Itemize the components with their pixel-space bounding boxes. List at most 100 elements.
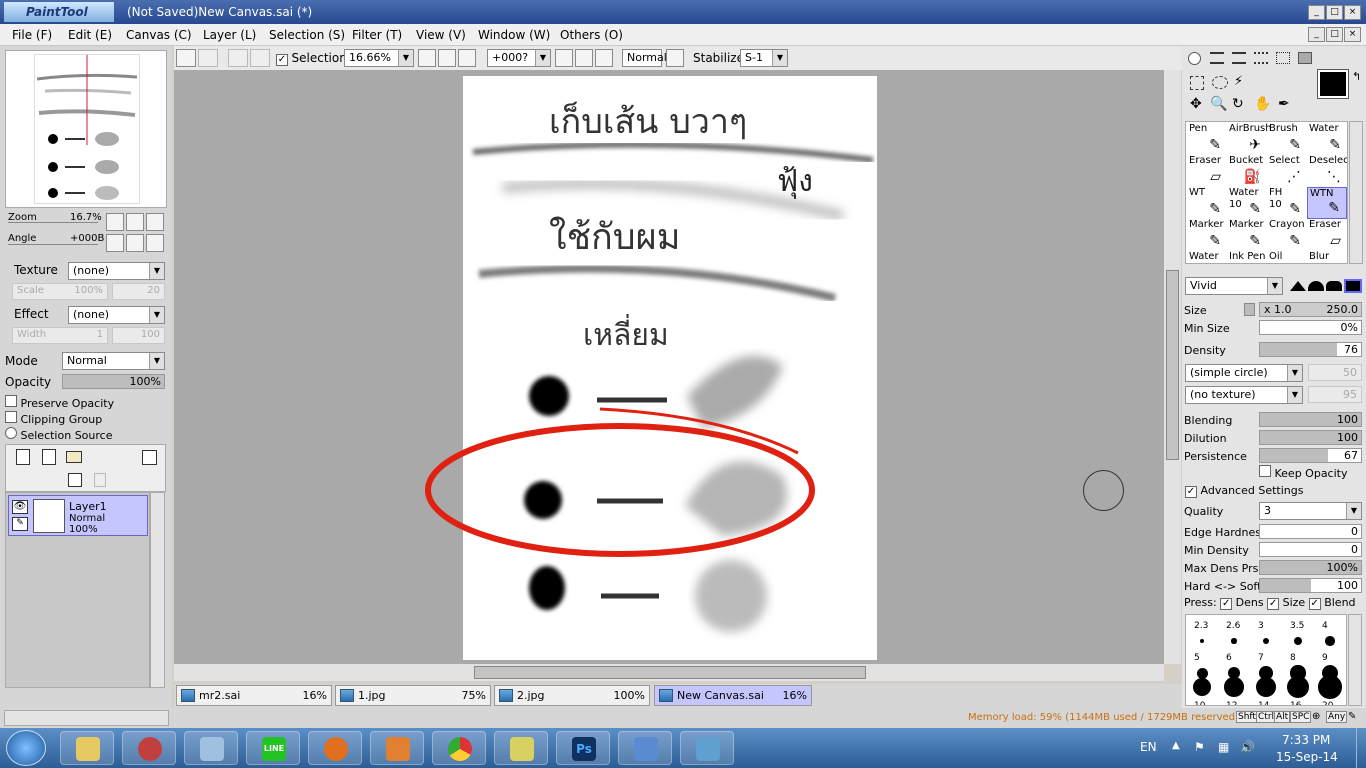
hard-soft-slider[interactable]: 100 bbox=[1259, 578, 1362, 593]
pen-lock-icon[interactable]: ✎ bbox=[12, 517, 28, 531]
undo-button[interactable] bbox=[176, 49, 196, 67]
blending-slider[interactable]: 100 bbox=[1259, 412, 1362, 427]
density-slider[interactable]: 76 bbox=[1259, 342, 1362, 357]
deselect-button[interactable] bbox=[228, 49, 248, 67]
doc-restore-button[interactable]: □ bbox=[1326, 27, 1343, 42]
rotate-right-button[interactable] bbox=[575, 49, 593, 67]
delete-layer-icon[interactable] bbox=[94, 473, 106, 487]
blend-select[interactable]: Normal bbox=[622, 49, 667, 67]
edge-shape-1-icon[interactable] bbox=[1290, 281, 1306, 291]
menu-window[interactable]: Window (W) bbox=[478, 28, 550, 42]
preserve-opacity-option[interactable]: Preserve Opacity bbox=[5, 395, 114, 410]
new-folder-icon[interactable] bbox=[66, 451, 82, 463]
selection-checkbox[interactable]: ✓ bbox=[276, 54, 288, 66]
brush-size-preset[interactable]: 10 bbox=[1186, 678, 1218, 705]
doc-minimize-button[interactable]: _ bbox=[1308, 27, 1325, 42]
dilution-slider[interactable]: 100 bbox=[1259, 430, 1362, 445]
persistence-slider[interactable]: 67 bbox=[1259, 448, 1362, 463]
tab-2jpg[interactable]: 2.jpg 100% bbox=[494, 685, 650, 706]
minimize-button[interactable]: _ bbox=[1308, 5, 1325, 20]
rotate-reset-button[interactable] bbox=[595, 49, 613, 67]
taskbar-paint[interactable] bbox=[618, 731, 672, 765]
maximize-button[interactable]: □ bbox=[1326, 5, 1343, 20]
nav-zoom-reset-button[interactable] bbox=[146, 213, 164, 231]
network-icon[interactable]: ▦ bbox=[1218, 740, 1229, 754]
tool-select[interactable]: Select ⋰ bbox=[1267, 155, 1307, 187]
tool-marker[interactable]: Marker ✎ bbox=[1187, 219, 1227, 251]
selection-toggle[interactable]: ✓ Selection bbox=[276, 51, 347, 66]
rgb-slider-icon[interactable] bbox=[1210, 52, 1224, 64]
rotate-tool-icon[interactable]: ↻ bbox=[1232, 96, 1244, 112]
angle-select[interactable]: +000? ▼ bbox=[487, 49, 551, 67]
navigator-preview[interactable] bbox=[5, 50, 167, 208]
move-icon[interactable]: ✥ bbox=[1190, 96, 1202, 112]
taskbar-photoshop[interactable]: Ps bbox=[556, 731, 610, 765]
color-wheel-icon[interactable] bbox=[1188, 52, 1201, 65]
tool-deselect[interactable]: Deselect ⋱ bbox=[1307, 155, 1347, 187]
tool-eraser[interactable]: Eraser ▱ bbox=[1307, 219, 1347, 251]
angle-slider[interactable] bbox=[8, 244, 98, 248]
edge-hardness-slider[interactable]: 0 bbox=[1259, 524, 1362, 539]
clear-layer-icon[interactable] bbox=[68, 473, 82, 487]
language-indicator[interactable]: EN bbox=[1140, 740, 1157, 754]
tool-oil-wate[interactable]: Oil Wate✎ bbox=[1267, 251, 1307, 263]
press-dens-checkbox[interactable]: ✓ bbox=[1220, 598, 1233, 610]
tool-marker[interactable]: Marker ✎ bbox=[1227, 219, 1267, 251]
tool-blur[interactable]: Blur✎ bbox=[1307, 251, 1347, 263]
size-lock-icon[interactable] bbox=[1244, 303, 1255, 316]
zoom-out-button[interactable] bbox=[418, 49, 436, 67]
tool-wtn[interactable]: WTN ✎ bbox=[1307, 187, 1347, 219]
close-button[interactable]: × bbox=[1344, 5, 1361, 20]
canvas-horizontal-scrollbar[interactable] bbox=[174, 664, 1164, 681]
zoom-tool-icon[interactable]: 🔍 bbox=[1210, 96, 1227, 112]
nav-zoom-in-button[interactable] bbox=[126, 213, 144, 231]
new-layer-icon[interactable] bbox=[16, 449, 30, 465]
max-dens-slider[interactable]: 100% bbox=[1259, 560, 1362, 575]
clipping-group-checkbox[interactable] bbox=[5, 411, 17, 423]
show-desktop-button[interactable] bbox=[1356, 728, 1366, 768]
tool-water[interactable]: Water 10 ✎ bbox=[1227, 187, 1267, 219]
vertical-scroll-thumb[interactable] bbox=[1166, 270, 1179, 460]
zoom-in-button[interactable] bbox=[438, 49, 456, 67]
selection-source-option[interactable]: Selection Source bbox=[5, 427, 112, 442]
stabilizer-select[interactable]: S-1 ▼ bbox=[740, 49, 788, 67]
layer-list-scrollbar[interactable] bbox=[150, 492, 165, 688]
tool-eraser[interactable]: Eraser ▱ bbox=[1187, 155, 1227, 187]
brush-size-preset[interactable]: 20 bbox=[1314, 675, 1346, 705]
layer-mask-icon[interactable] bbox=[142, 450, 157, 465]
rect-select-icon[interactable] bbox=[1190, 76, 1204, 90]
preserve-opacity-checkbox[interactable] bbox=[5, 395, 17, 407]
size-slider[interactable]: x 1.0 250.0 bbox=[1259, 302, 1362, 317]
brush-texture-select[interactable]: (no texture) ▼ bbox=[1185, 386, 1303, 404]
menu-edit[interactable]: Edit (E) bbox=[68, 28, 112, 42]
magic-wand-icon[interactable]: ⚡ bbox=[1234, 74, 1243, 89]
edge-shape-4-icon[interactable] bbox=[1344, 279, 1362, 293]
hsv-slider-icon[interactable] bbox=[1232, 52, 1246, 64]
eyedropper-icon[interactable]: ✒ bbox=[1278, 96, 1290, 112]
tool-water[interactable]: Water✎ bbox=[1187, 251, 1227, 263]
tool-brush[interactable]: Brush ✎ bbox=[1267, 123, 1307, 155]
clock-time[interactable]: 7:33 PM bbox=[1282, 733, 1330, 747]
brush-size-preset[interactable]: 5 bbox=[1186, 649, 1218, 681]
hand-tool-icon[interactable]: ✋ bbox=[1254, 96, 1271, 112]
tool-pen[interactable]: Pen ✎ bbox=[1187, 123, 1227, 155]
horizontal-scroll-thumb[interactable] bbox=[474, 666, 866, 679]
nav-rotate-right-button[interactable] bbox=[126, 234, 144, 252]
tool-crayon[interactable]: Crayon ✎ bbox=[1267, 219, 1307, 251]
tool-palette-scrollbar[interactable] bbox=[1349, 121, 1363, 264]
clipping-group-option[interactable]: Clipping Group bbox=[5, 411, 102, 426]
keep-opacity-checkbox[interactable] bbox=[1259, 465, 1271, 477]
tab-new-canvas[interactable]: New Canvas.sai 16% bbox=[654, 685, 812, 706]
layer-opacity-slider[interactable]: 100% bbox=[62, 374, 165, 389]
edge-shape-3-icon[interactable] bbox=[1326, 281, 1342, 291]
brush-size-preset[interactable]: 6 bbox=[1218, 649, 1250, 681]
volume-icon[interactable]: 🔊 bbox=[1240, 740, 1255, 754]
brush-size-preset[interactable]: 14 bbox=[1250, 676, 1282, 705]
taskbar-media[interactable] bbox=[370, 731, 424, 765]
effect-select[interactable]: (none) ▼ bbox=[68, 306, 165, 324]
canvas-vertical-scrollbar[interactable] bbox=[1164, 70, 1181, 664]
visibility-eye-icon[interactable]: 👁 bbox=[12, 500, 28, 514]
quality-select[interactable]: 3 ▼ bbox=[1259, 502, 1362, 520]
show-hidden-icons-icon[interactable]: ▲ bbox=[1172, 740, 1180, 751]
clock-date[interactable]: 15-Sep-14 bbox=[1276, 750, 1338, 764]
